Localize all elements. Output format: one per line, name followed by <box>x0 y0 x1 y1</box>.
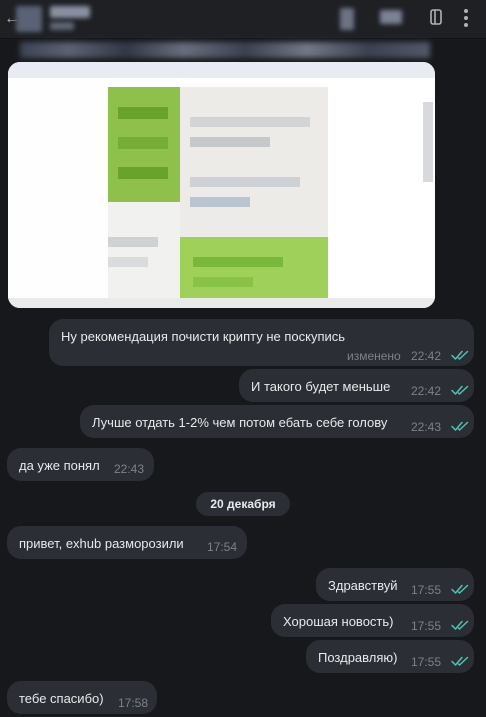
read-double-check-icon <box>451 584 469 594</box>
message-time: 17:58 <box>118 696 149 710</box>
kebab-menu-icon[interactable] <box>464 7 470 30</box>
message-text: тебе спасибо) <box>19 691 104 706</box>
message-time: 17:55 <box>411 583 442 597</box>
message-text: Поздравляю) <box>318 650 398 665</box>
message-text: Ну рекомендация почисти крипту не поскуп… <box>61 329 346 344</box>
message-text: Лучше отдать 1-2% чем потом ебать себе г… <box>92 415 388 430</box>
blurred-text-strip <box>20 42 430 58</box>
message-time: 17:55 <box>411 619 442 633</box>
message-time: 17:54 <box>207 540 238 554</box>
read-double-check-icon <box>451 421 469 431</box>
edited-label: изменено <box>347 349 401 363</box>
message-time: 17:55 <box>411 655 442 669</box>
incoming-message[interactable]: да уже понял 22:43 <box>7 448 154 481</box>
outgoing-message[interactable]: Поздравляю) 17:55 <box>306 640 474 673</box>
outgoing-message[interactable]: Лучше отдать 1-2% чем потом ебать себе г… <box>80 405 474 438</box>
chat-title-blurred[interactable] <box>50 6 90 18</box>
date-separator: 20 декабря <box>196 492 290 516</box>
incoming-message[interactable]: привет, exhub разморозили 17:54 <box>7 526 247 559</box>
message-text: Хорошая новость) <box>283 614 394 629</box>
chat-header: ← <box>0 0 486 39</box>
chat-avatar-blurred[interactable] <box>16 6 42 32</box>
chat-subtitle-blurred <box>50 22 74 30</box>
incoming-message[interactable]: тебе спасибо) 17:58 <box>7 681 157 714</box>
message-text: И такого будет меньше <box>251 379 391 394</box>
message-time: 22:42 <box>411 384 442 398</box>
message-time: 22:43 <box>411 420 442 434</box>
message-time: 22:42 <box>411 349 442 363</box>
outgoing-message[interactable]: Ну рекомендация почисти крипту не поскуп… <box>49 319 474 366</box>
read-double-check-icon <box>451 350 469 360</box>
message-text: да уже понял <box>19 458 100 473</box>
message-text: привет, exhub разморозили <box>19 536 184 551</box>
outgoing-message[interactable]: Хорошая новость) 17:55 <box>271 604 474 637</box>
read-double-check-icon <box>451 656 469 666</box>
header-action-blurred[interactable] <box>340 8 354 30</box>
image-message[interactable] <box>8 62 435 308</box>
chat-window: ← Ну рекомендация почисти крипту не поск… <box>0 0 486 717</box>
sidebar-toggle-icon[interactable] <box>430 9 442 30</box>
read-double-check-icon <box>451 385 469 395</box>
outgoing-message[interactable]: И такого будет меньше 22:42 <box>239 369 474 402</box>
outgoing-message[interactable]: Здравствуй 17:55 <box>316 568 474 601</box>
header-action-blurred-2[interactable] <box>380 10 402 24</box>
message-time: 22:43 <box>114 462 145 476</box>
message-text: Здравствуй <box>328 578 398 593</box>
read-double-check-icon <box>451 620 469 630</box>
